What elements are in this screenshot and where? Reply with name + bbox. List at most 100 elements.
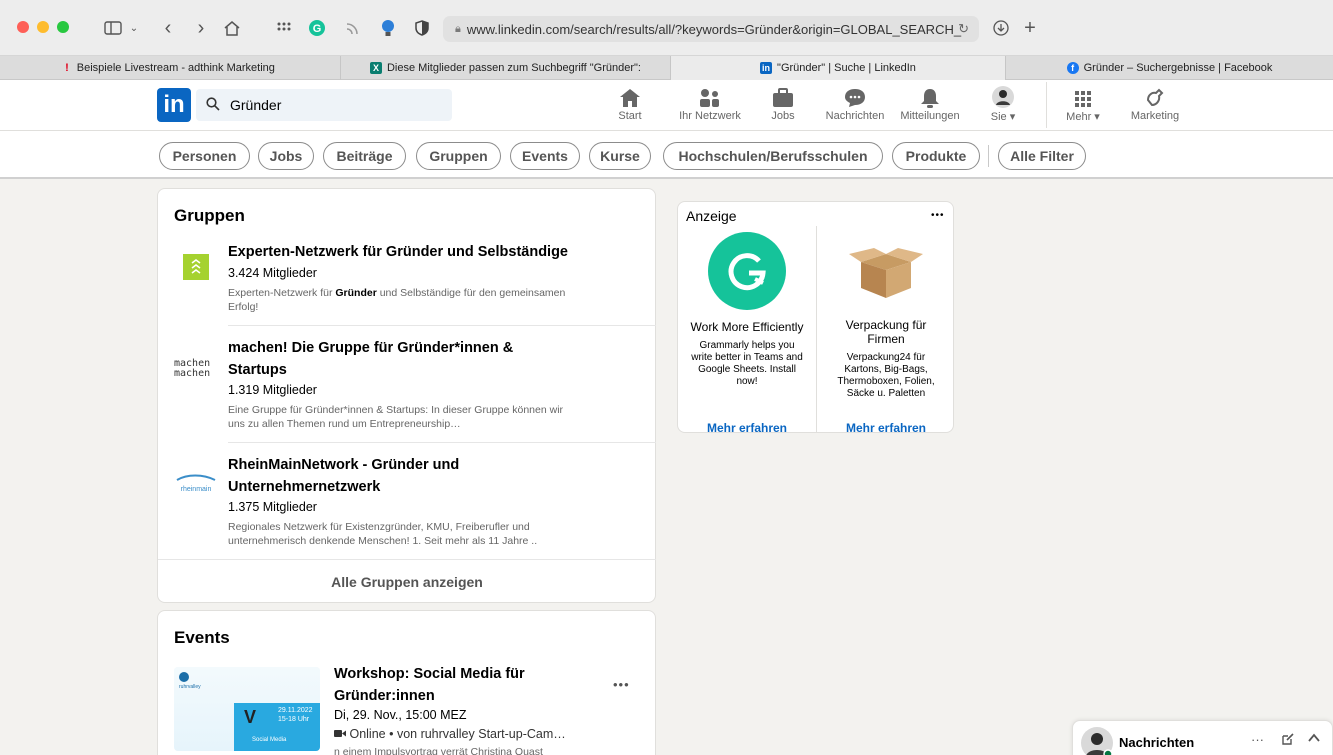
- filter-kurse[interactable]: Kurse: [589, 142, 651, 170]
- alert-icon: !: [65, 62, 69, 74]
- box-icon: [847, 242, 925, 302]
- group-members: 3.424 Mitglieder: [228, 266, 317, 280]
- linkedin-header: in Gründer Start Ihr Netzwerk Jobs Nachr…: [0, 80, 1333, 131]
- ad-link[interactable]: Mehr erfahren: [678, 421, 816, 432]
- nav-notifications[interactable]: Mitteilungen: [895, 86, 965, 122]
- nav-label: Ihr Netzwerk: [679, 110, 741, 122]
- browser-toolbar: ⌄ ‹ › G 🔒︎ www.linkedin.com/search/resul…: [0, 0, 1333, 56]
- filter-events[interactable]: Events: [510, 142, 580, 170]
- more-options-icon[interactable]: ···: [1251, 732, 1264, 747]
- nav-me[interactable]: Sie ▾: [985, 86, 1021, 123]
- group-name[interactable]: machen! Die Gruppe für Gründer*innen & S…: [228, 337, 528, 381]
- rss-icon[interactable]: [343, 18, 363, 38]
- group-members: 1.375 Mitglieder: [228, 500, 317, 514]
- apps-grid-icon[interactable]: [274, 18, 294, 38]
- home-icon[interactable]: [222, 18, 242, 38]
- new-tab-button[interactable]: +: [1021, 17, 1039, 39]
- chevron-up-icon[interactable]: [1307, 731, 1321, 750]
- groups-card: Gruppen Experten-Netzwerk für Gründer un…: [157, 188, 656, 603]
- reload-icon[interactable]: ↻: [958, 21, 969, 37]
- tab-facebook[interactable]: f Gründer – Suchergebnisse | Facebook: [1006, 56, 1333, 80]
- ad-text: Grammarly helps you write better in Team…: [691, 340, 803, 387]
- compass-icon: [1145, 86, 1165, 108]
- minimize-window-button[interactable]: [37, 21, 49, 33]
- url-text: www.linkedin.com/search/results/all/?key…: [466, 21, 962, 37]
- messaging-bar[interactable]: Nachrichten ···: [1072, 720, 1333, 755]
- event-title[interactable]: Workshop: Social Media für Gründer:innen: [334, 663, 574, 707]
- close-window-button[interactable]: [17, 21, 29, 33]
- address-bar[interactable]: 🔒︎ www.linkedin.com/search/results/all/?…: [443, 16, 979, 42]
- tab-label: "Gründer" | Suche | LinkedIn: [777, 62, 916, 74]
- event-thumbnail[interactable]: ruhrvalley V 29.11.2022 15-18 Uhr Social…: [174, 667, 320, 751]
- compose-icon[interactable]: [1281, 732, 1295, 751]
- ad-title: Work More Efficiently: [690, 320, 804, 334]
- ad-verpackung[interactable]: Verpackung für Firmen Verpackung24 für K…: [817, 226, 953, 400]
- thumb-caption: Social Media: [252, 737, 287, 743]
- lock-icon: 🔒︎: [455, 22, 461, 35]
- show-all-groups-button[interactable]: Alle Gruppen anzeigen: [158, 559, 656, 604]
- xing-icon: X: [369, 62, 382, 74]
- nav-messages[interactable]: Nachrichten: [822, 86, 888, 122]
- nav-label: Jobs: [771, 110, 795, 122]
- nav-marketing[interactable]: Marketing: [1124, 86, 1186, 122]
- linkedin-logo[interactable]: in: [157, 88, 191, 122]
- thumb-brand: ruhrvalley: [179, 684, 201, 690]
- groups-title: Gruppen: [174, 206, 245, 225]
- filter-jobs[interactable]: Jobs: [258, 142, 314, 170]
- nav-divider: [1046, 82, 1047, 128]
- search-input[interactable]: Gründer: [196, 89, 452, 121]
- thumb-time: 15-18 Uhr: [278, 716, 310, 723]
- ad-more-icon[interactable]: •••: [931, 210, 945, 221]
- ad-grammarly[interactable]: Work More Efficiently Grammarly helps yo…: [678, 226, 816, 388]
- tab-linkedin-search[interactable]: in "Gründer" | Suche | LinkedIn: [671, 56, 1006, 80]
- nav-jobs[interactable]: Jobs: [763, 86, 803, 122]
- grammarly-logo-icon: [708, 232, 786, 310]
- tab-label: Diese Mitglieder passen zum Suchbegriff …: [386, 62, 641, 74]
- lightbulb-extension-icon[interactable]: [378, 18, 398, 38]
- filter-hochschulen[interactable]: Hochschulen/Berufsschulen: [663, 142, 883, 170]
- tab-adthink[interactable]: ! Beispiele Livestream - adthink Marketi…: [0, 56, 341, 80]
- group-description: Regionales Netzwerk für Existenzgründer,…: [228, 521, 538, 547]
- group-description: Eine Gruppe für Gründer*innen & Startups…: [228, 404, 564, 430]
- event-date: Di, 29. Nov., 15:00 MEZ: [334, 708, 467, 722]
- event-description: n einem Impulsvortrag verrät Christina Q…: [334, 746, 543, 755]
- avatar: [992, 86, 1014, 108]
- filter-produkte[interactable]: Produkte: [892, 142, 980, 170]
- divider: [228, 442, 656, 443]
- nav-label: Marketing: [1130, 110, 1180, 122]
- linkedin-icon: in: [760, 62, 773, 74]
- svg-text:G: G: [313, 23, 322, 35]
- filter-beitraege[interactable]: Beiträge: [323, 142, 406, 170]
- tab-linkedin-members[interactable]: X Diese Mitglieder passen zum Suchbegrif…: [341, 56, 671, 80]
- shield-icon[interactable]: [412, 18, 432, 38]
- zoom-window-button[interactable]: [57, 21, 69, 33]
- avatar: [1081, 727, 1113, 755]
- more-options-icon[interactable]: •••: [613, 677, 630, 692]
- download-icon[interactable]: [991, 18, 1011, 38]
- group-members: 1.319 Mitglieder: [228, 383, 317, 397]
- all-filters-button[interactable]: Alle Filter: [998, 142, 1086, 170]
- sidebar-icon[interactable]: [103, 18, 123, 38]
- chevron-down-icon[interactable]: ⌄: [128, 18, 140, 38]
- divider: [228, 325, 656, 326]
- group-name[interactable]: Experten-Netzwerk für Gründer und Selbst…: [228, 241, 588, 263]
- nav-label: Nachrichten: [825, 110, 885, 122]
- nav-more[interactable]: Mehr ▾: [1061, 86, 1105, 123]
- nav-start[interactable]: Start: [610, 86, 650, 122]
- filter-gruppen[interactable]: Gruppen: [416, 142, 501, 170]
- filter-personen[interactable]: Personen: [159, 142, 250, 170]
- nav-label: Sie ▾: [990, 111, 1016, 123]
- grammarly-extension-icon[interactable]: G: [307, 18, 327, 38]
- thumb-date: 29.11.2022: [278, 707, 313, 714]
- search-filter-bar: Personen Jobs Beiträge Gruppen Events Ku…: [0, 131, 1333, 179]
- bell-icon: [920, 86, 940, 108]
- forward-button[interactable]: ›: [193, 17, 209, 39]
- briefcase-icon: [772, 86, 794, 108]
- tab-label: Beispiele Livestream - adthink Marketing: [76, 62, 275, 74]
- group-logo: machen machen: [174, 358, 211, 379]
- ad-link[interactable]: Mehr erfahren: [817, 421, 953, 432]
- group-name[interactable]: RheinMainNetwork - Gründer und Unternehm…: [228, 454, 528, 498]
- back-button[interactable]: ‹: [160, 17, 176, 39]
- ad-text: Verpackung24 für Kartons, Big-Bags, Ther…: [837, 352, 935, 399]
- nav-network[interactable]: Ihr Netzwerk: [672, 86, 748, 122]
